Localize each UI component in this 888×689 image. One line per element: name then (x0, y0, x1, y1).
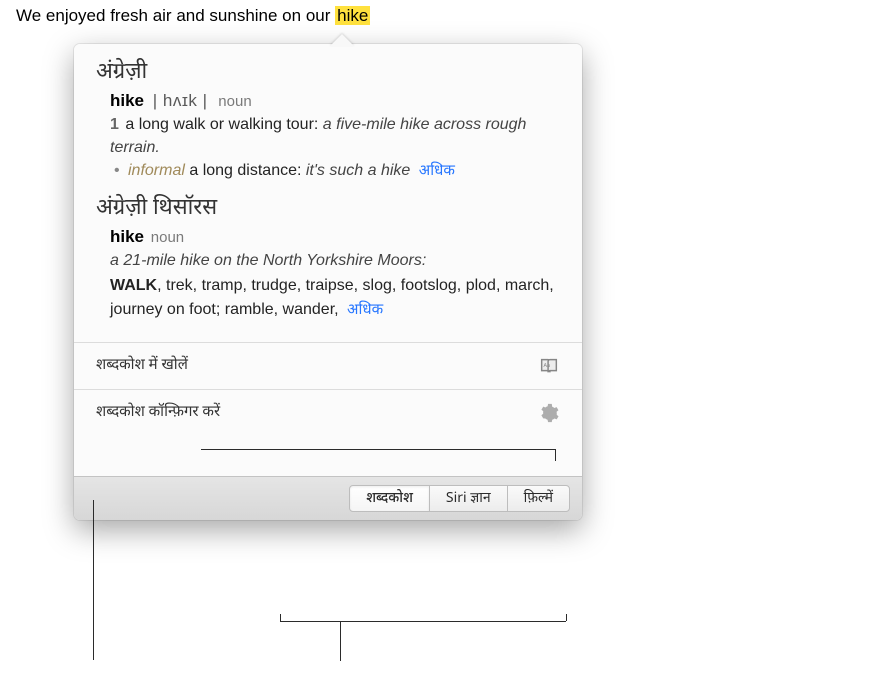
definition-block: 1 a long walk or walking tour: a five-mi… (110, 113, 560, 184)
sentence-prefix: We enjoyed fresh air and sunshine on our (16, 6, 335, 25)
tab-movies[interactable]: फ़िल्में (507, 485, 570, 512)
open-in-dictionary-label: शब्दकोश में खोलें (96, 357, 188, 376)
thesaurus-headword: hike (110, 227, 144, 246)
informal-definition-line: informal a long distance: it's such a hi… (128, 159, 560, 184)
synonym-lead: WALK (110, 277, 157, 294)
tab-dictionary[interactable]: शब्दकोश (349, 485, 430, 512)
dictionary-more-link[interactable]: अधिक (419, 163, 455, 182)
synonym-list: , trek, tramp, trudge, traipse, slog, fo… (110, 277, 554, 317)
configure-dictionary-row[interactable]: शब्दकोश कॉन्फ़िगर करें (74, 390, 582, 476)
leader-line (566, 614, 567, 621)
leader-line (93, 500, 94, 660)
thesaurus-example: a 21-mile hike on the North Yorkshire Mo… (110, 249, 560, 272)
source-sentence: We enjoyed fresh air and sunshine on our… (0, 0, 380, 32)
dictionary-section-title: अंग्रेज़ी (96, 58, 560, 87)
leader-line (555, 449, 556, 461)
configure-dictionary-label: शब्दकोश कॉन्फ़िगर करें (96, 404, 220, 423)
leader-line (280, 621, 566, 622)
thesaurus-headword-row: hike noun (110, 227, 560, 247)
thesaurus-block: a 21-mile hike on the North Yorkshire Mo… (110, 249, 560, 322)
definition-number: 1 (110, 116, 119, 133)
dictionary-headword: hike (110, 91, 144, 110)
source-tabbar: शब्दकोश Siri ज्ञान फ़िल्में (74, 476, 582, 520)
svg-text:Aa: Aa (544, 363, 551, 370)
dictionary-headword-row: hike | hʌɪk | noun (110, 91, 560, 111)
tab-siri-knowledge[interactable]: Siri ज्ञान (429, 485, 508, 512)
leader-line (201, 449, 555, 450)
definition-text: a long walk or walking tour: (125, 116, 322, 133)
thesaurus-part-of-speech: noun (151, 229, 184, 246)
part-of-speech: noun (218, 93, 251, 110)
open-in-dictionary-row[interactable]: शब्दकोश में खोलें Aa (74, 343, 582, 389)
pronunciation: | hʌɪk | (153, 91, 208, 110)
popover-arrow (330, 34, 354, 46)
leader-line (340, 621, 341, 661)
dictionary-icon: Aa (538, 355, 560, 377)
leader-line (280, 614, 281, 621)
thesaurus-section-title: अंग्रेज़ी थिसॉरस (96, 194, 560, 223)
informal-definition: a long distance: (185, 162, 306, 179)
informal-label: informal (128, 162, 185, 179)
gear-icon (538, 402, 560, 424)
informal-example: it's such a hike (306, 162, 410, 179)
thesaurus-more-link[interactable]: अधिक (347, 302, 383, 321)
highlighted-word: hike (335, 6, 370, 25)
